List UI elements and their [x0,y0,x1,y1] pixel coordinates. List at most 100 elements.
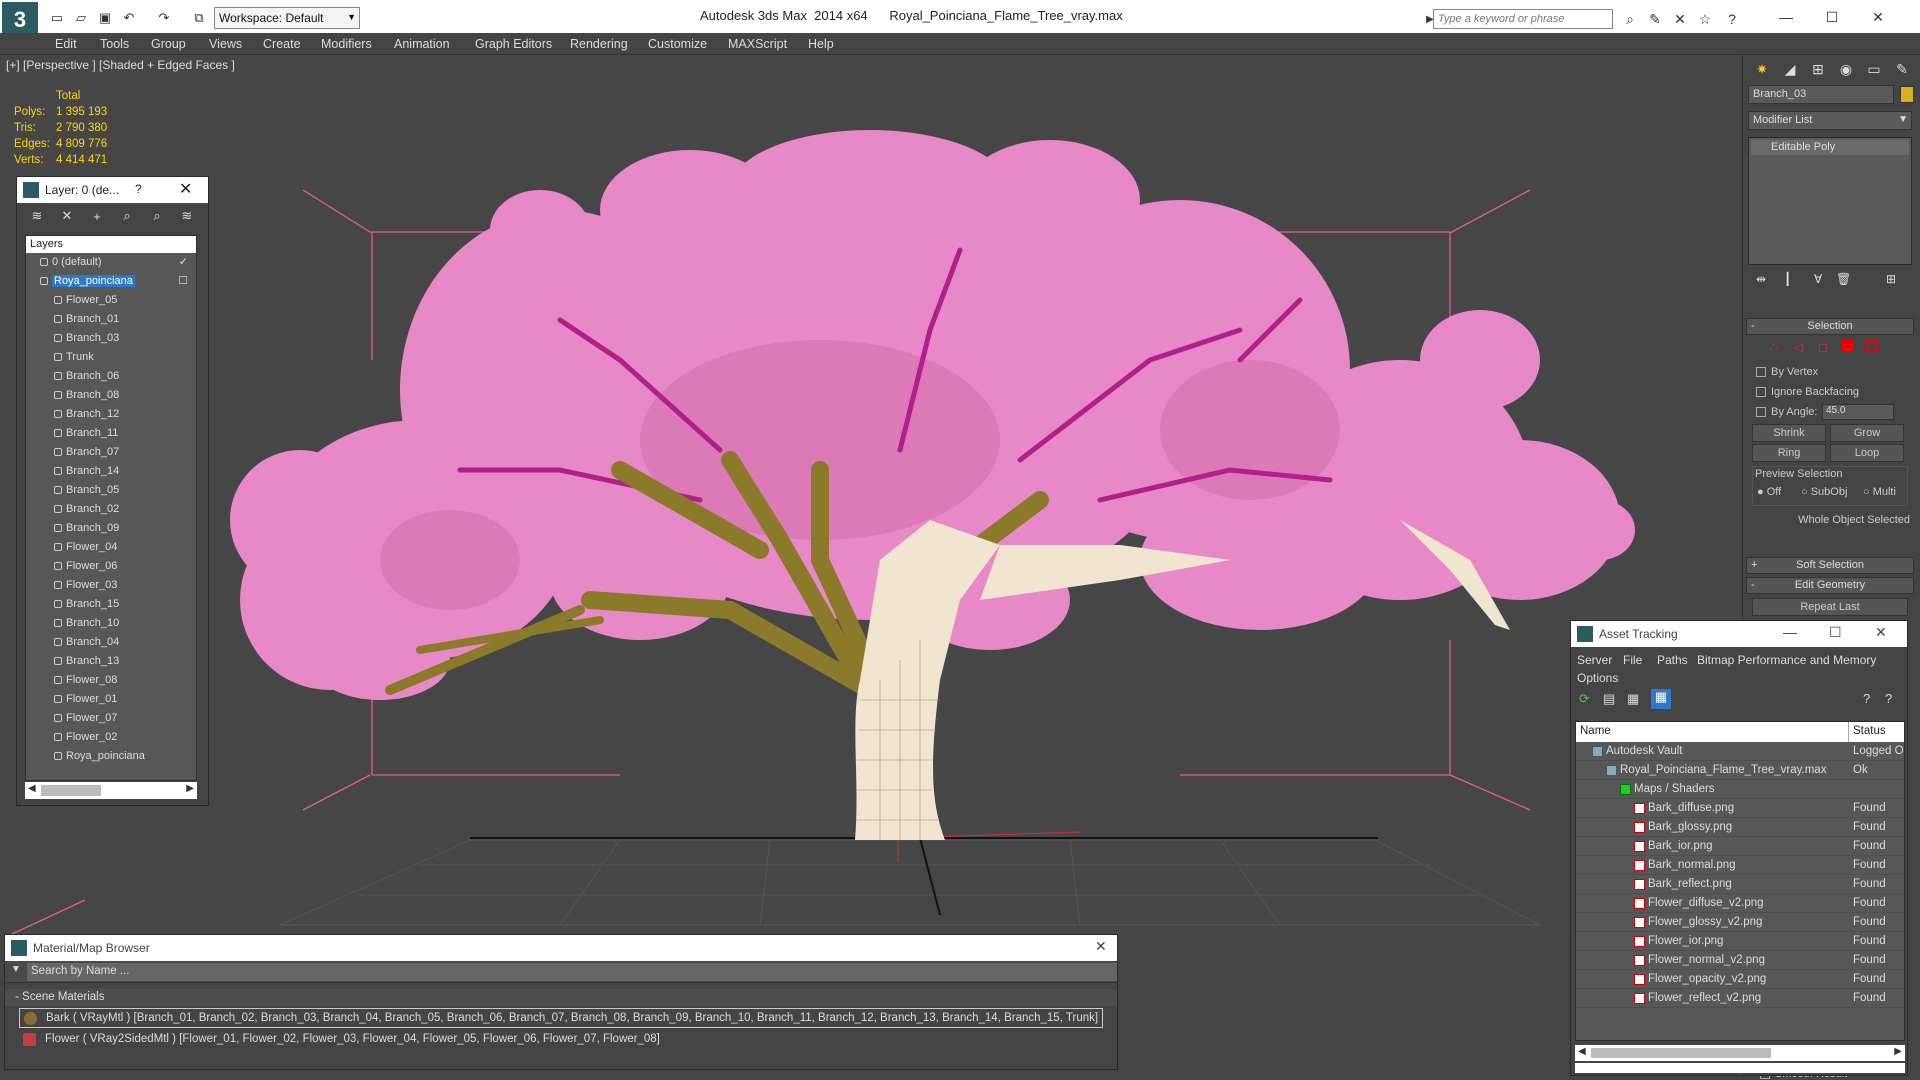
preview-off-radio[interactable]: ● Off [1757,486,1781,498]
status-column-header[interactable]: Status [1848,722,1890,742]
asset-row[interactable]: Flower_normal_v2.png Found [1576,951,1904,970]
layer-explorer-panel[interactable]: Layer: 0 (de... ? ✕ ≋ ✕ + ⌕ ⌕ ≋ Layers 0… [16,176,209,806]
layer-horizontal-scrollbar[interactable]: ◀ ▶ [25,782,197,799]
asset-table[interactable]: Name Status Autodesk Vault Logged O Royal_… [1575,721,1905,1041]
hide-all-icon[interactable]: ≋ [177,207,197,225]
material-map-browser[interactable]: Material/Map Browser ✕ ▼ Search by Name … [4,934,1118,1070]
modify-tab-icon[interactable]: ◢ [1779,59,1801,79]
layer-object-row[interactable]: Flower_01 [26,690,196,709]
layer-list[interactable]: Layers 0 (default) ✓ Roya_poinciana ☐ Flower… [25,235,197,781]
asset-row[interactable]: Flower_glossy_v2.png Found [1576,913,1904,932]
make-unique-icon[interactable]: ∀ [1814,272,1822,286]
help-icon[interactable]: ? [1863,691,1870,706]
chevron-left-icon[interactable]: ◀ [1578,1046,1586,1057]
ring-button[interactable]: Ring [1752,444,1826,462]
minimize-icon[interactable]: — [1783,624,1797,640]
scroll-thumb[interactable] [41,785,101,796]
close-icon[interactable]: ✕ [1875,624,1887,641]
layer-object-row[interactable]: Branch_15 [26,595,196,614]
chevron-right-icon[interactable]: ▶ [1894,1046,1902,1057]
maximize-icon[interactable]: ☐ [1810,4,1854,30]
edit-geometry-rollout[interactable]: - Edit Geometry [1746,577,1914,594]
layer-object-row[interactable]: Branch_11 [26,424,196,443]
layer-object-row[interactable]: Branch_02 [26,500,196,519]
communication-icon[interactable]: ✕ [1670,9,1690,29]
menu-rendering[interactable]: Rendering [570,33,628,55]
preview-subobj-radio[interactable]: ○ SubObj [1801,486,1847,498]
pin-stack-icon[interactable]: ⇹ [1756,272,1766,286]
layer-object-row[interactable]: Branch_05 [26,481,196,500]
menu-views[interactable]: Views [209,33,242,55]
scene-materials-group[interactable]: - Scene Materials [5,989,1117,1006]
asset-row[interactable]: Flower_diffuse_v2.png Found [1576,894,1904,913]
menu-animation[interactable]: Animation [394,33,450,55]
asset-row[interactable]: Flower_reflect_v2.png Found [1576,989,1904,1008]
asset-row[interactable]: Autodesk Vault Logged O [1576,742,1904,761]
object-name-field[interactable]: Branch_03 [1748,85,1894,104]
configure-sets-icon[interactable]: ⊞ [1886,272,1896,286]
display-tab-icon[interactable]: ▭ [1863,59,1885,79]
modifier-list-dropdown[interactable]: Modifier List ▼ [1748,111,1912,130]
menu-graph-editors[interactable]: Graph Editors [475,33,552,55]
layer-object-row[interactable]: Branch_13 [26,652,196,671]
viewport-label[interactable]: [+] [Perspective ] [Shaded + Edged Faces… [6,58,235,72]
menu-tools[interactable]: Tools [100,33,129,55]
hierarchy-tab-icon[interactable]: ⊞ [1807,59,1829,79]
utilities-tab-icon[interactable]: ✎ [1891,59,1913,79]
polygon-level-icon[interactable] [1842,340,1854,352]
asset-row[interactable]: Bark_reflect.png Found [1576,875,1904,894]
favorites-star-icon[interactable]: ☆ [1695,9,1715,29]
keyword-search-input[interactable]: Type a keyword or phrase [1433,9,1613,29]
layer-object-row[interactable]: Roya_poinciana [26,747,196,766]
motion-tab-icon[interactable]: ◉ [1835,59,1857,79]
menu-group[interactable]: Group [151,33,186,55]
menu-help[interactable]: Help [808,33,834,55]
layer-object-row[interactable]: Branch_08 [26,386,196,405]
layer-row[interactable]: Roya_poinciana ☐ [26,272,196,291]
asset-tracking-header[interactable]: Asset Tracking — ☐ ✕ [1571,621,1907,647]
open-file-icon[interactable]: ▱ [72,9,90,27]
asset-path-field[interactable] [1575,1063,1905,1073]
by-angle-checkbox[interactable]: By Angle: [1756,406,1817,418]
asset-row[interactable]: Flower_opacity_v2.png Found [1576,970,1904,989]
delete-layer-icon[interactable]: ✕ [57,207,77,225]
refresh-icon[interactable]: ⟳ [1579,691,1590,707]
layer-object-row[interactable]: Trunk [26,348,196,367]
layer-object-row[interactable]: Branch_09 [26,519,196,538]
asset-tracking-window[interactable]: Asset Tracking — ☐ ✕ Server File Paths B… [1570,620,1908,1076]
selection-rollout[interactable]: - Selection [1746,318,1914,335]
asset-menu-server[interactable]: Server [1577,653,1612,667]
chevron-left-icon[interactable]: ◀ [28,783,36,794]
close-icon[interactable]: ✕ [1095,938,1107,955]
layer-object-row[interactable]: Flower_06 [26,557,196,576]
scroll-thumb[interactable] [1591,1048,1771,1058]
vertex-level-icon[interactable]: ∴ [1770,340,1778,354]
menu-customize[interactable]: Customize [648,33,707,55]
asset-row[interactable]: Maps / Shaders [1576,780,1904,799]
shrink-button[interactable]: Shrink [1752,424,1826,442]
minimize-icon[interactable]: — [1764,4,1808,30]
asset-menu-options[interactable]: Options [1577,671,1618,685]
create-tab-icon[interactable]: ✷ [1751,59,1773,79]
border-level-icon[interactable]: ◻ [1818,340,1828,354]
layer-object-row[interactable]: Branch_14 [26,462,196,481]
menu-maxscript[interactable]: MAXScript [728,33,787,55]
asset-row[interactable]: Bark_ior.png Found [1576,837,1904,856]
chevron-right-icon[interactable]: ▶ [186,783,194,794]
asset-menu-bitmap[interactable]: Bitmap Performance and Memory [1697,653,1876,667]
help-context-icon[interactable]: ? [1885,691,1892,706]
stack-item-editable-poly[interactable]: Editable Poly [1751,140,1909,155]
help-icon[interactable]: ? [1722,9,1742,29]
material-row-bark[interactable]: Bark ( VRayMtl ) [Branch_01, Branch_02, … [19,1008,1103,1028]
layer-row[interactable]: 0 (default) ✓ [26,253,196,272]
layer-object-row[interactable]: Flower_07 [26,709,196,728]
layers-column-header[interactable]: Layers [26,236,196,253]
modifier-stack[interactable]: Editable Poly [1748,137,1912,265]
menu-edit[interactable]: Edit [55,33,77,55]
asset-row[interactable]: Bark_glossy.png Found [1576,818,1904,837]
menu-modifiers[interactable]: Modifiers [321,33,372,55]
asset-menu-paths[interactable]: Paths [1657,653,1688,667]
close-icon[interactable]: ✕ [179,179,192,199]
select-layer-icon[interactable]: ⌕ [117,207,137,225]
project-icon[interactable]: ⧉ [190,9,208,27]
